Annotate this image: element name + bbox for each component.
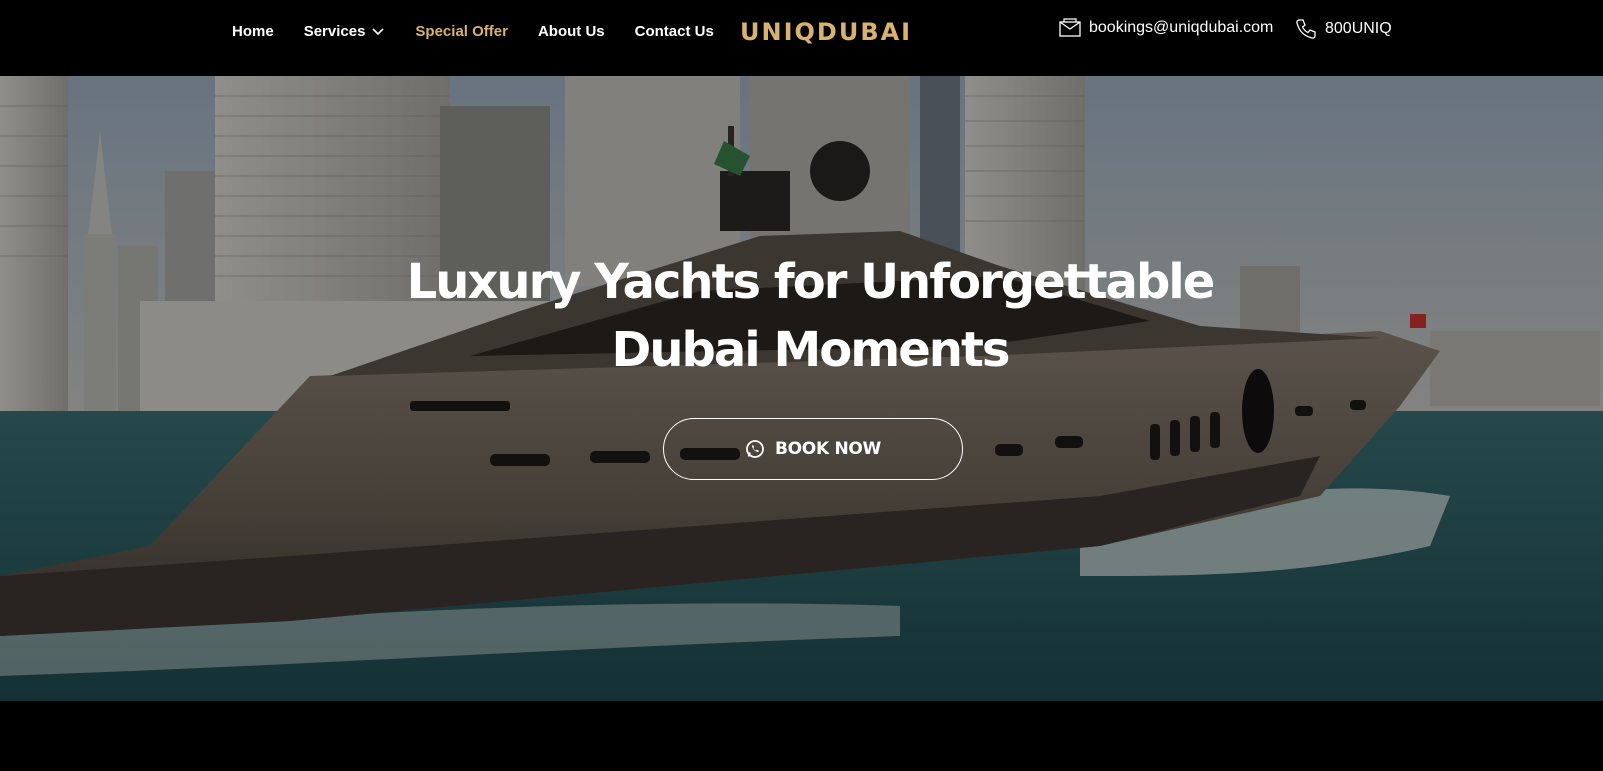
main-nav: Home Services Special Offer About Us Con… — [232, 20, 744, 42]
book-now-button[interactable]: BOOK NOW — [663, 418, 963, 480]
hero-headline-line1: Luxury Yachts for Unforgettable — [406, 254, 1216, 310]
uniqdubai-logo[interactable]: UNIQDUBAI — [740, 12, 910, 48]
nav-services-label: Services — [303, 22, 366, 40]
book-now-label: BOOK NOW — [775, 439, 881, 459]
nav-contact-us[interactable]: Contact Us — [635, 23, 714, 40]
envelope-icon — [1059, 18, 1081, 37]
hero-headline: Luxury Yachts for Unforgettable Dubai Mo… — [300, 248, 1320, 384]
chevron-down-icon[interactable] — [371, 24, 385, 38]
hero-section: Luxury Yachts for Unforgettable Dubai Mo… — [0, 76, 1603, 701]
nav-special-offer[interactable]: Special Offer — [415, 23, 508, 40]
phone-link[interactable]: 800UNIQ — [1295, 18, 1392, 40]
nav-home[interactable]: Home — [232, 23, 274, 40]
site-header: Home Services Special Offer About Us Con… — [0, 0, 1603, 76]
phone-icon — [1296, 19, 1316, 39]
whatsapp-icon — [746, 440, 764, 458]
logo-text: UNIQDUBAI — [740, 18, 910, 46]
nav-about-us[interactable]: About Us — [538, 23, 605, 40]
email-link[interactable]: bookings@uniqdubai.com — [1059, 18, 1273, 38]
hero-headline-line2: Dubai Moments — [611, 322, 1011, 378]
nav-services[interactable]: Services — [304, 23, 386, 40]
page-footer-band — [0, 701, 1603, 771]
phone-text: 800UNIQ — [1325, 20, 1392, 37]
email-text: bookings@uniqdubai.com — [1089, 19, 1274, 36]
hero-dark-overlay — [0, 76, 1603, 701]
